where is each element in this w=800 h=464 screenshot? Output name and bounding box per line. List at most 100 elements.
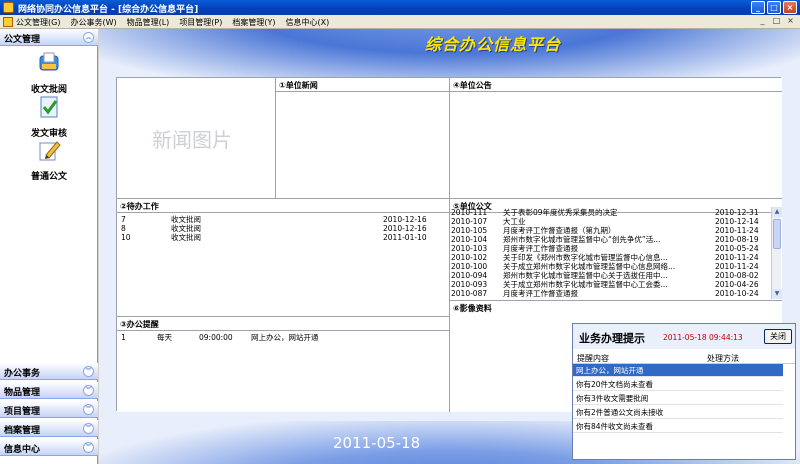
pen-document-icon — [39, 141, 61, 161]
mdi-minimize-button[interactable]: _ — [757, 16, 768, 27]
doc-code: 2010-111 — [451, 208, 488, 217]
popup-timestamp: 2011-05-18 09:44:13 — [663, 333, 743, 342]
doc-title: 月度考评工作督查通报（第九期） — [503, 226, 616, 235]
sidebar-item-label: 普通公文 — [30, 172, 67, 182]
doc-code: 2010-100 — [451, 262, 488, 271]
list-item[interactable]: 网上办公，网站开通 — [573, 364, 783, 377]
menu-project-management[interactable]: 项目管理(P) — [179, 17, 222, 28]
menu-goods-management[interactable]: 物品管理(L) — [127, 17, 170, 28]
sidebar-group-archive-management[interactable]: 档案管理 ︾ — [0, 420, 98, 437]
table-row[interactable]: 2010-107 大工业 2010-12-14 — [451, 217, 771, 226]
pane-rule — [276, 91, 449, 92]
chevron-down-icon[interactable]: ︾ — [83, 423, 94, 434]
doc-date: 2010-12-14 — [715, 217, 759, 226]
check-document-icon — [40, 96, 58, 118]
scroll-up-arrow-icon[interactable]: ▲ — [772, 207, 782, 217]
doc-date: 2010-11-24 — [715, 253, 759, 262]
menu-doc-management[interactable]: 公文管理(G) — [16, 17, 60, 28]
table-row[interactable]: 1 每天 09:00:00 网上办公，网站开通 — [117, 333, 449, 342]
mdi-restore-button[interactable]: □ — [771, 16, 782, 27]
doc-date: 2010-08-19 — [715, 235, 759, 244]
doc-code: 2010-087 — [451, 289, 488, 298]
news-picture-placeholder: 新闻图片 — [152, 128, 232, 152]
table-row[interactable]: 2010-093 关于成立郑州市数字化城市管理监督中心工会委... 2010-04-… — [451, 280, 771, 289]
pane-title[interactable]: ①单位新闻 — [279, 80, 318, 91]
sidebar-group-label: 公文管理 — [4, 35, 41, 45]
list-item[interactable]: 你有84件收文尚未查看 — [573, 420, 783, 433]
table-row[interactable]: 8 收文批阅 2010-12-16 — [117, 224, 449, 233]
business-reminder-popup: 业务办理提示 2011-05-18 09:44:13 关闭 提醒内容 处理方法 … — [572, 323, 796, 460]
table-row[interactable]: 2010-104 郑州市数字化城市管理监督中心“创先争优”活... 2010-08-… — [451, 235, 771, 244]
chevron-down-icon[interactable]: ︾ — [83, 442, 94, 453]
sidebar-item-send-audit[interactable]: 发文审核 — [0, 94, 98, 139]
news-picture[interactable]: 新闻图片 — [117, 78, 275, 198]
unit-news-pane: ①单位新闻 — [276, 78, 449, 198]
sidebar-group-info-center[interactable]: 信息中心 ︾ — [0, 439, 98, 456]
sidebar-group-project-management[interactable]: 项目管理 ︾ — [0, 401, 98, 418]
menu-office-affairs[interactable]: 办公事务(W) — [70, 17, 116, 28]
table-row[interactable]: 2010-102 关于印发《郑州市数字化城市管理监督中心信息... 2010-11-… — [451, 253, 771, 262]
sidebar-group-goods-management[interactable]: 物品管理 ︾ — [0, 382, 98, 399]
column-header-content[interactable]: 提醒内容 — [577, 353, 609, 364]
reminder-time: 09:00:00 — [199, 333, 233, 342]
table-row[interactable]: 2010-087 月度考评工作督查通报 2010-10-24 — [451, 289, 771, 298]
popup-close-button[interactable]: 关闭 — [764, 329, 792, 344]
list-item[interactable]: 你有20件文档尚未查看 — [573, 378, 783, 391]
sidebar: 公文管理 ︽ 收文批阅 发文审核 普通公文 办公事务 ︾ 物品管理 ︾ 项目管理… — [0, 29, 98, 464]
pane-title[interactable]: ④单位公告 — [453, 80, 492, 91]
chevron-down-icon[interactable]: ︾ — [83, 385, 94, 396]
pane-title[interactable]: ⑥影像资料 — [453, 303, 492, 314]
chevron-down-icon[interactable]: ︾ — [83, 404, 94, 415]
todo-no: 7 — [121, 215, 126, 224]
minimize-button[interactable]: _ — [751, 1, 765, 14]
doc-title: 关于成立郑州市数字化城市管理监督中心信息网络... — [503, 262, 676, 271]
doc-date: 2010-08-02 — [715, 271, 759, 280]
doc-date: 2010-11-24 — [715, 262, 759, 271]
list-item[interactable]: 你有3件收文需要批阅 — [573, 392, 783, 405]
mdi-close-button[interactable]: × — [785, 16, 796, 27]
sidebar-group-label: 办公事务 — [4, 369, 41, 379]
column-header-method[interactable]: 处理方法 — [707, 353, 739, 364]
scroll-down-arrow-icon[interactable]: ▼ — [772, 289, 782, 299]
doc-title: 关于表彰09年度优秀采集员的决定 — [503, 208, 618, 217]
scroll-thumb[interactable] — [773, 219, 781, 249]
todo-date: 2011-01-10 — [383, 233, 427, 242]
doc-code: 2010-102 — [451, 253, 488, 262]
pane-title[interactable]: ②待办工作 — [120, 201, 159, 212]
todo-date: 2010-12-16 — [383, 215, 427, 224]
doc-code: 2010-103 — [451, 244, 488, 253]
doc-date: 2010-12-31 — [715, 208, 759, 217]
table-row[interactable]: 2010-103 月度考评工作督查通报 2010-05-24 — [451, 244, 771, 253]
chevron-up-icon[interactable]: ︽ — [83, 32, 94, 43]
todo-date: 2010-12-16 — [383, 224, 427, 233]
table-row[interactable]: 2010-105 月度考评工作督查通报（第九期） 2010-11-24 — [451, 226, 771, 235]
chevron-down-icon[interactable]: ︾ — [83, 366, 94, 377]
todo-name: 收文批阅 — [171, 224, 201, 233]
sidebar-group-label: 档案管理 — [4, 426, 41, 436]
list-item[interactable]: 你有2件普通公文尚未接收 — [573, 406, 783, 419]
table-row[interactable]: 7 收文批阅 2010-12-16 — [117, 215, 449, 224]
doc-date: 2010-10-24 — [715, 289, 759, 298]
doc-title: 大工业 — [503, 217, 526, 226]
doc-code: 2010-093 — [451, 280, 488, 289]
close-button[interactable]: × — [783, 1, 797, 14]
pane-rule — [117, 330, 449, 331]
popup-title: 业务办理提示 — [579, 332, 645, 345]
table-row[interactable]: 2010-100 关于成立郑州市数字化城市管理监督中心信息网络... 2010-11… — [451, 262, 771, 271]
sidebar-item-general-doc[interactable]: 普通公文 — [0, 137, 98, 182]
sidebar-group-office-affairs[interactable]: 办公事务 ︾ — [0, 363, 98, 380]
sidebar-item-receive-review[interactable]: 收文批阅 — [0, 50, 98, 95]
sidebar-group-doc-management[interactable]: 公文管理 ︽ — [0, 29, 98, 46]
maximize-button[interactable]: □ — [767, 1, 781, 14]
table-row[interactable]: 2010-094 郑州市数字化城市管理监督中心关于选拔任用中... 2010-08-… — [451, 271, 771, 280]
table-row[interactable]: 10 收文批阅 2011-01-10 — [117, 233, 449, 242]
menu-archive-management[interactable]: 档案管理(Y) — [232, 17, 275, 28]
doc-list-scrollbar[interactable]: ▲ ▼ — [771, 207, 782, 299]
pane-title[interactable]: ③办公提醒 — [120, 319, 159, 330]
menu-info-center[interactable]: 信息中心(X) — [286, 17, 330, 28]
todo-name: 收文批阅 — [171, 215, 201, 224]
menu-app-icon[interactable] — [3, 17, 13, 27]
doc-date: 2010-04-26 — [715, 280, 759, 289]
todo-no: 8 — [121, 224, 126, 233]
table-row[interactable]: 2010-111 关于表彰09年度优秀采集员的决定 2010-12-31 — [451, 208, 771, 217]
